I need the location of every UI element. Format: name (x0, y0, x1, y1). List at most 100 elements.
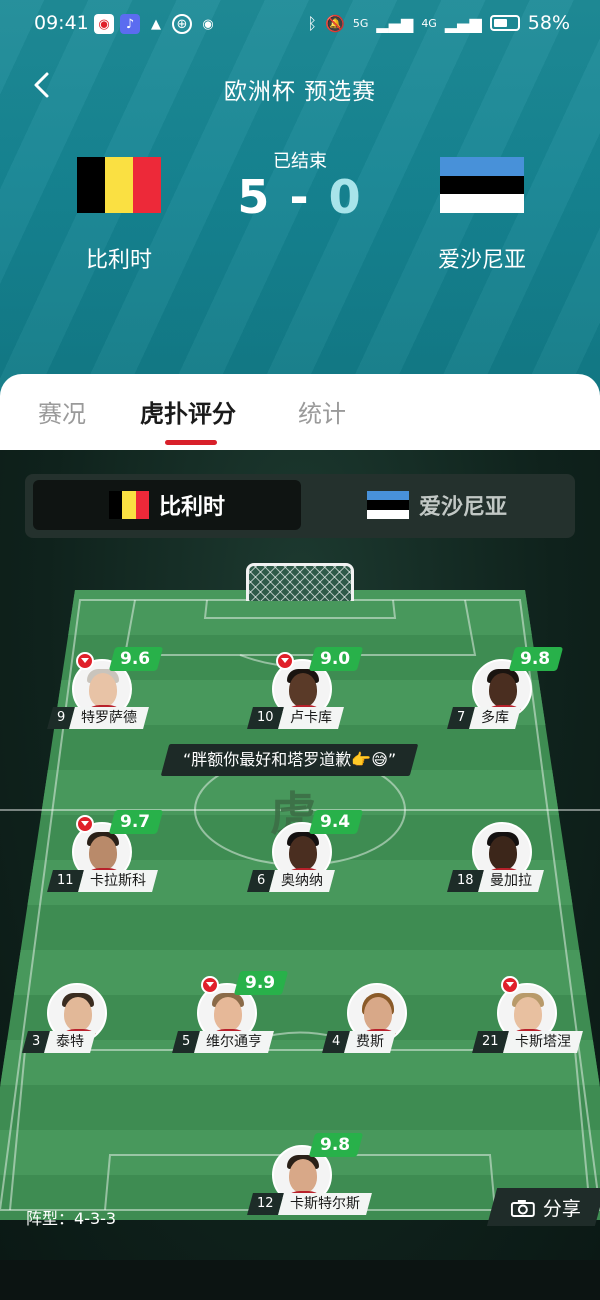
player-rating: 9.4 (308, 810, 364, 834)
player-card[interactable]: 9.8 12 卡斯特尔斯 (232, 1133, 372, 1231)
player-name-tag: 11 卡拉斯科 (47, 870, 158, 892)
fan-comment[interactable]: “胖额你最好和塔罗道歉👉😅” (160, 744, 419, 776)
like-icon (76, 815, 94, 833)
share-label: 分享 (542, 1197, 581, 1220)
home-team-toggle-label: 比利时 (158, 495, 225, 520)
player-number: 3 (32, 1034, 41, 1049)
player-name: 卡斯特尔斯 (289, 1196, 360, 1212)
player-card[interactable]: 18 曼加拉 (432, 822, 572, 908)
signal-5g-icon: 5G (352, 16, 369, 30)
tab-match-report[interactable]: 赛况 (38, 394, 86, 429)
status-bar: 09:41 ◉ ♪ ▲ ⊕ ◉ ᛒ 🔕 5G ▂▄▆ 4G ▂▄▆ 58% (0, 10, 600, 38)
player-card[interactable]: 9.0 10 卢卡库 (232, 647, 372, 745)
player-number: 7 (457, 710, 466, 725)
bluetooth-icon: ᛒ (307, 13, 317, 33)
player-card[interactable]: 9.7 11 卡拉斯科 (32, 810, 172, 908)
player-number: 11 (57, 873, 74, 888)
like-icon (501, 976, 519, 994)
belgium-flag-icon (108, 491, 149, 519)
player-rating: 9.8 (308, 1133, 364, 1157)
home-team-toggle[interactable]: 比利时 (33, 480, 301, 530)
battery-icon (489, 15, 520, 31)
match-page: 09:41 ◉ ♪ ▲ ⊕ ◉ ᛒ 🔕 5G ▂▄▆ 4G ▂▄▆ 58% 欧洲… (0, 0, 600, 1300)
share-button[interactable]: 分享 (486, 1188, 600, 1226)
player-number: 6 (257, 873, 266, 888)
player-name: 奥纳纳 (281, 873, 324, 889)
away-team-name: 爱沙尼亚 (437, 248, 526, 273)
status-right: ᛒ 🔕 5G ▂▄▆ 4G ▂▄▆ 58% (307, 12, 570, 34)
like-icon (201, 976, 219, 994)
lineup-area: 比利时 爱沙尼亚 虎 9.6 9 特罗萨德 9.0 10 卢卡库 9.8 7 多… (0, 450, 600, 1260)
camera-icon (510, 1199, 535, 1216)
mute-icon: 🔕 (324, 13, 345, 33)
player-card[interactable]: 9.9 5 维尔通亨 (157, 971, 297, 1069)
bottom-panel-edge (0, 1260, 600, 1300)
formation-value: 4-3-3 (74, 1209, 117, 1228)
player-rating: 9.9 (233, 971, 289, 995)
player-name-tag: 10 卢卡库 (247, 707, 344, 729)
player-rating: 9.7 (108, 810, 164, 834)
player-number: 9 (57, 710, 66, 725)
page-title: 欧洲杯 预选赛 (223, 79, 377, 105)
notification-icons: ◉ ♪ ▲ ⊕ ◉ (94, 14, 218, 34)
app-badge-icon: ⊕ (172, 14, 192, 34)
player-name-tag: 9 特罗萨德 (47, 707, 150, 729)
player-name: 多库 (481, 710, 510, 726)
player-name: 维尔通亨 (206, 1034, 263, 1050)
player-number: 10 (257, 710, 274, 725)
team-switcher: 比利时 爱沙尼亚 (25, 474, 575, 538)
player-name-tag: 5 维尔通亨 (172, 1031, 275, 1053)
eye-icon: ◉ (202, 16, 214, 32)
player-number: 18 (457, 873, 474, 888)
goal-net (246, 563, 354, 601)
battery-percent: 58% (527, 12, 570, 34)
player-rating: 9.0 (308, 647, 364, 671)
player-card[interactable]: 9.6 9 特罗萨德 (32, 647, 172, 745)
away-team-toggle[interactable]: 爱沙尼亚 (303, 480, 571, 530)
player-name: 卡拉斯科 (89, 873, 146, 889)
player-card[interactable]: 9.4 6 奥纳纳 (232, 810, 372, 908)
qq-icon: ▲ (151, 16, 161, 32)
player-name-tag: 12 卡斯特尔斯 (247, 1193, 372, 1215)
score-separator: - (289, 170, 311, 224)
active-tab-indicator (165, 440, 217, 445)
home-team-name: 比利时 (85, 248, 152, 273)
player-number: 4 (332, 1034, 341, 1049)
estonia-flag-icon (366, 491, 409, 519)
player-name-tag: 6 奥纳纳 (247, 870, 336, 892)
player-name: 卡斯塔涅 (514, 1034, 571, 1050)
player-name-tag: 18 曼加拉 (447, 870, 544, 892)
match-header: 09:41 ◉ ♪ ▲ ⊕ ◉ ᛒ 🔕 5G ▂▄▆ 4G ▂▄▆ 58% 欧洲… (0, 0, 600, 400)
like-icon (76, 652, 94, 670)
player-name-tag: 4 费斯 (322, 1031, 397, 1053)
signal-bars-icon: ▂▄▆ (376, 13, 414, 33)
away-score: 0 (328, 170, 363, 224)
player-name: 卢卡库 (289, 710, 332, 726)
like-icon (276, 652, 294, 670)
weibo-icon: ◉ (94, 14, 114, 34)
away-team-toggle-label: 爱沙尼亚 (418, 495, 507, 520)
player-name: 费斯 (356, 1034, 385, 1050)
player-card[interactable]: 21 卡斯塔涅 (457, 976, 597, 1069)
tab-player-ratings[interactable]: 虎扑评分 (140, 394, 236, 429)
home-score: 5 (237, 170, 272, 224)
player-number: 12 (257, 1196, 274, 1211)
player-rating: 9.8 (508, 647, 564, 671)
player-card[interactable]: 9.8 7 多库 (432, 647, 572, 745)
status-time: 09:41 (34, 12, 89, 34)
signal-bars-icon: ▂▄▆ (444, 13, 482, 33)
player-name: 曼加拉 (489, 873, 532, 889)
player-name-tag: 21 卡斯塔涅 (472, 1031, 583, 1053)
player-card[interactable]: 4 费斯 (307, 983, 447, 1069)
tab-statistics[interactable]: 统计 (298, 394, 346, 429)
player-rating: 9.6 (108, 647, 164, 671)
player-name-tag: 7 多库 (447, 707, 522, 729)
signal-4g-icon: 4G (421, 16, 437, 30)
player-name-tag: 3 泰特 (22, 1031, 97, 1053)
player-number: 21 (482, 1034, 499, 1049)
player-number: 5 (182, 1034, 191, 1049)
player-card[interactable]: 3 泰特 (7, 983, 147, 1069)
estonia-flag (440, 157, 524, 214)
formation-info: 阵型：4-3-3 (26, 1205, 116, 1229)
player-name: 泰特 (56, 1034, 85, 1050)
